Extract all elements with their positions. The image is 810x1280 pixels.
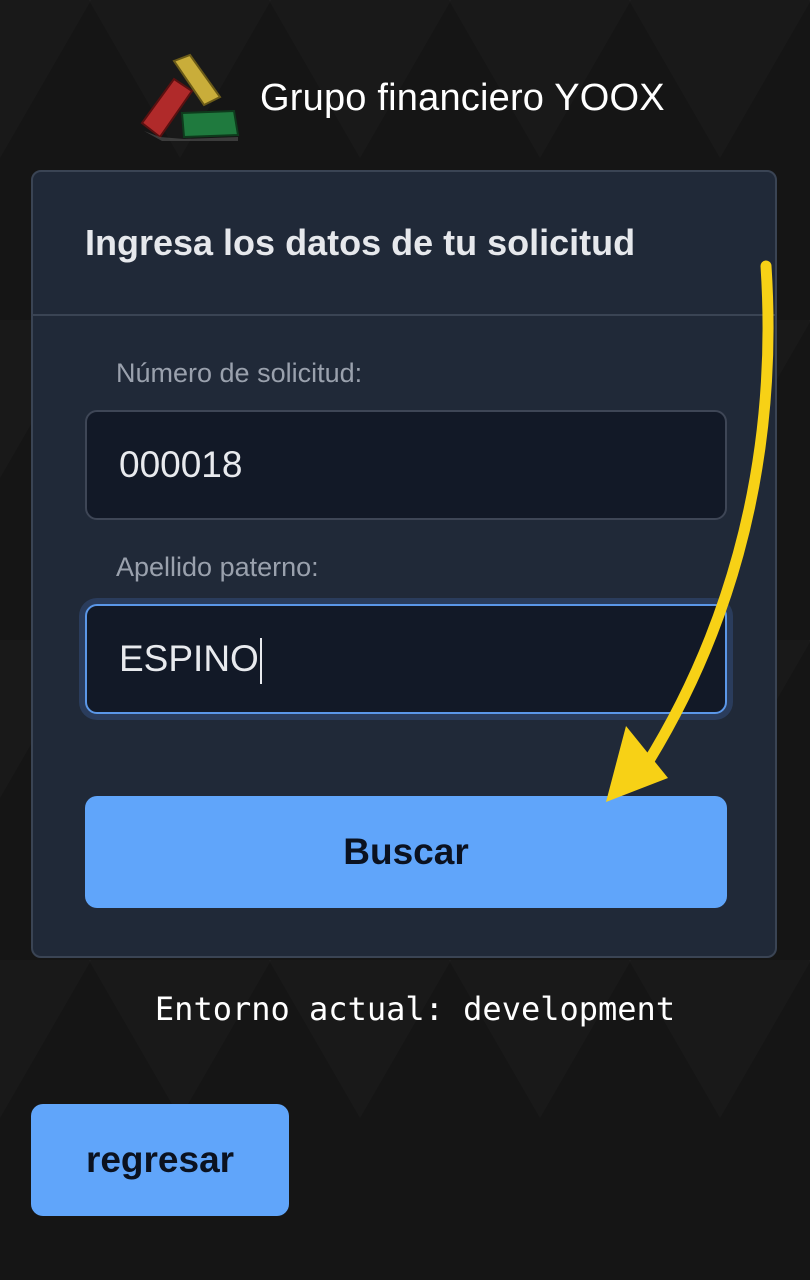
yoox-logo-icon — [134, 51, 244, 145]
environment-text: Entorno actual: development — [154, 990, 676, 1028]
request-number-value: 000018 — [119, 444, 243, 485]
text-caret — [259, 638, 262, 685]
surname-label: Apellido paterno: — [116, 552, 319, 582]
surname-value: ESPINO — [119, 638, 259, 679]
request-form-card: Ingresa los datos de tu solicitud Número… — [31, 170, 777, 958]
search-button[interactable]: Buscar — [85, 796, 727, 908]
surname-input[interactable]: ESPINO — [85, 604, 727, 714]
form-title: Ingresa los datos de tu solicitud — [85, 222, 636, 263]
card-header: Ingresa los datos de tu solicitud — [33, 172, 775, 316]
request-number-input[interactable]: 000018 — [85, 410, 727, 520]
back-button[interactable]: regresar — [31, 1104, 289, 1216]
page: Grupo financiero YOOX Ingresa los datos … — [0, 0, 810, 1280]
header: Grupo financiero YOOX — [134, 48, 665, 148]
brand-title: Grupo financiero YOOX — [260, 76, 665, 119]
request-number-label: Número de solicitud: — [116, 358, 363, 388]
